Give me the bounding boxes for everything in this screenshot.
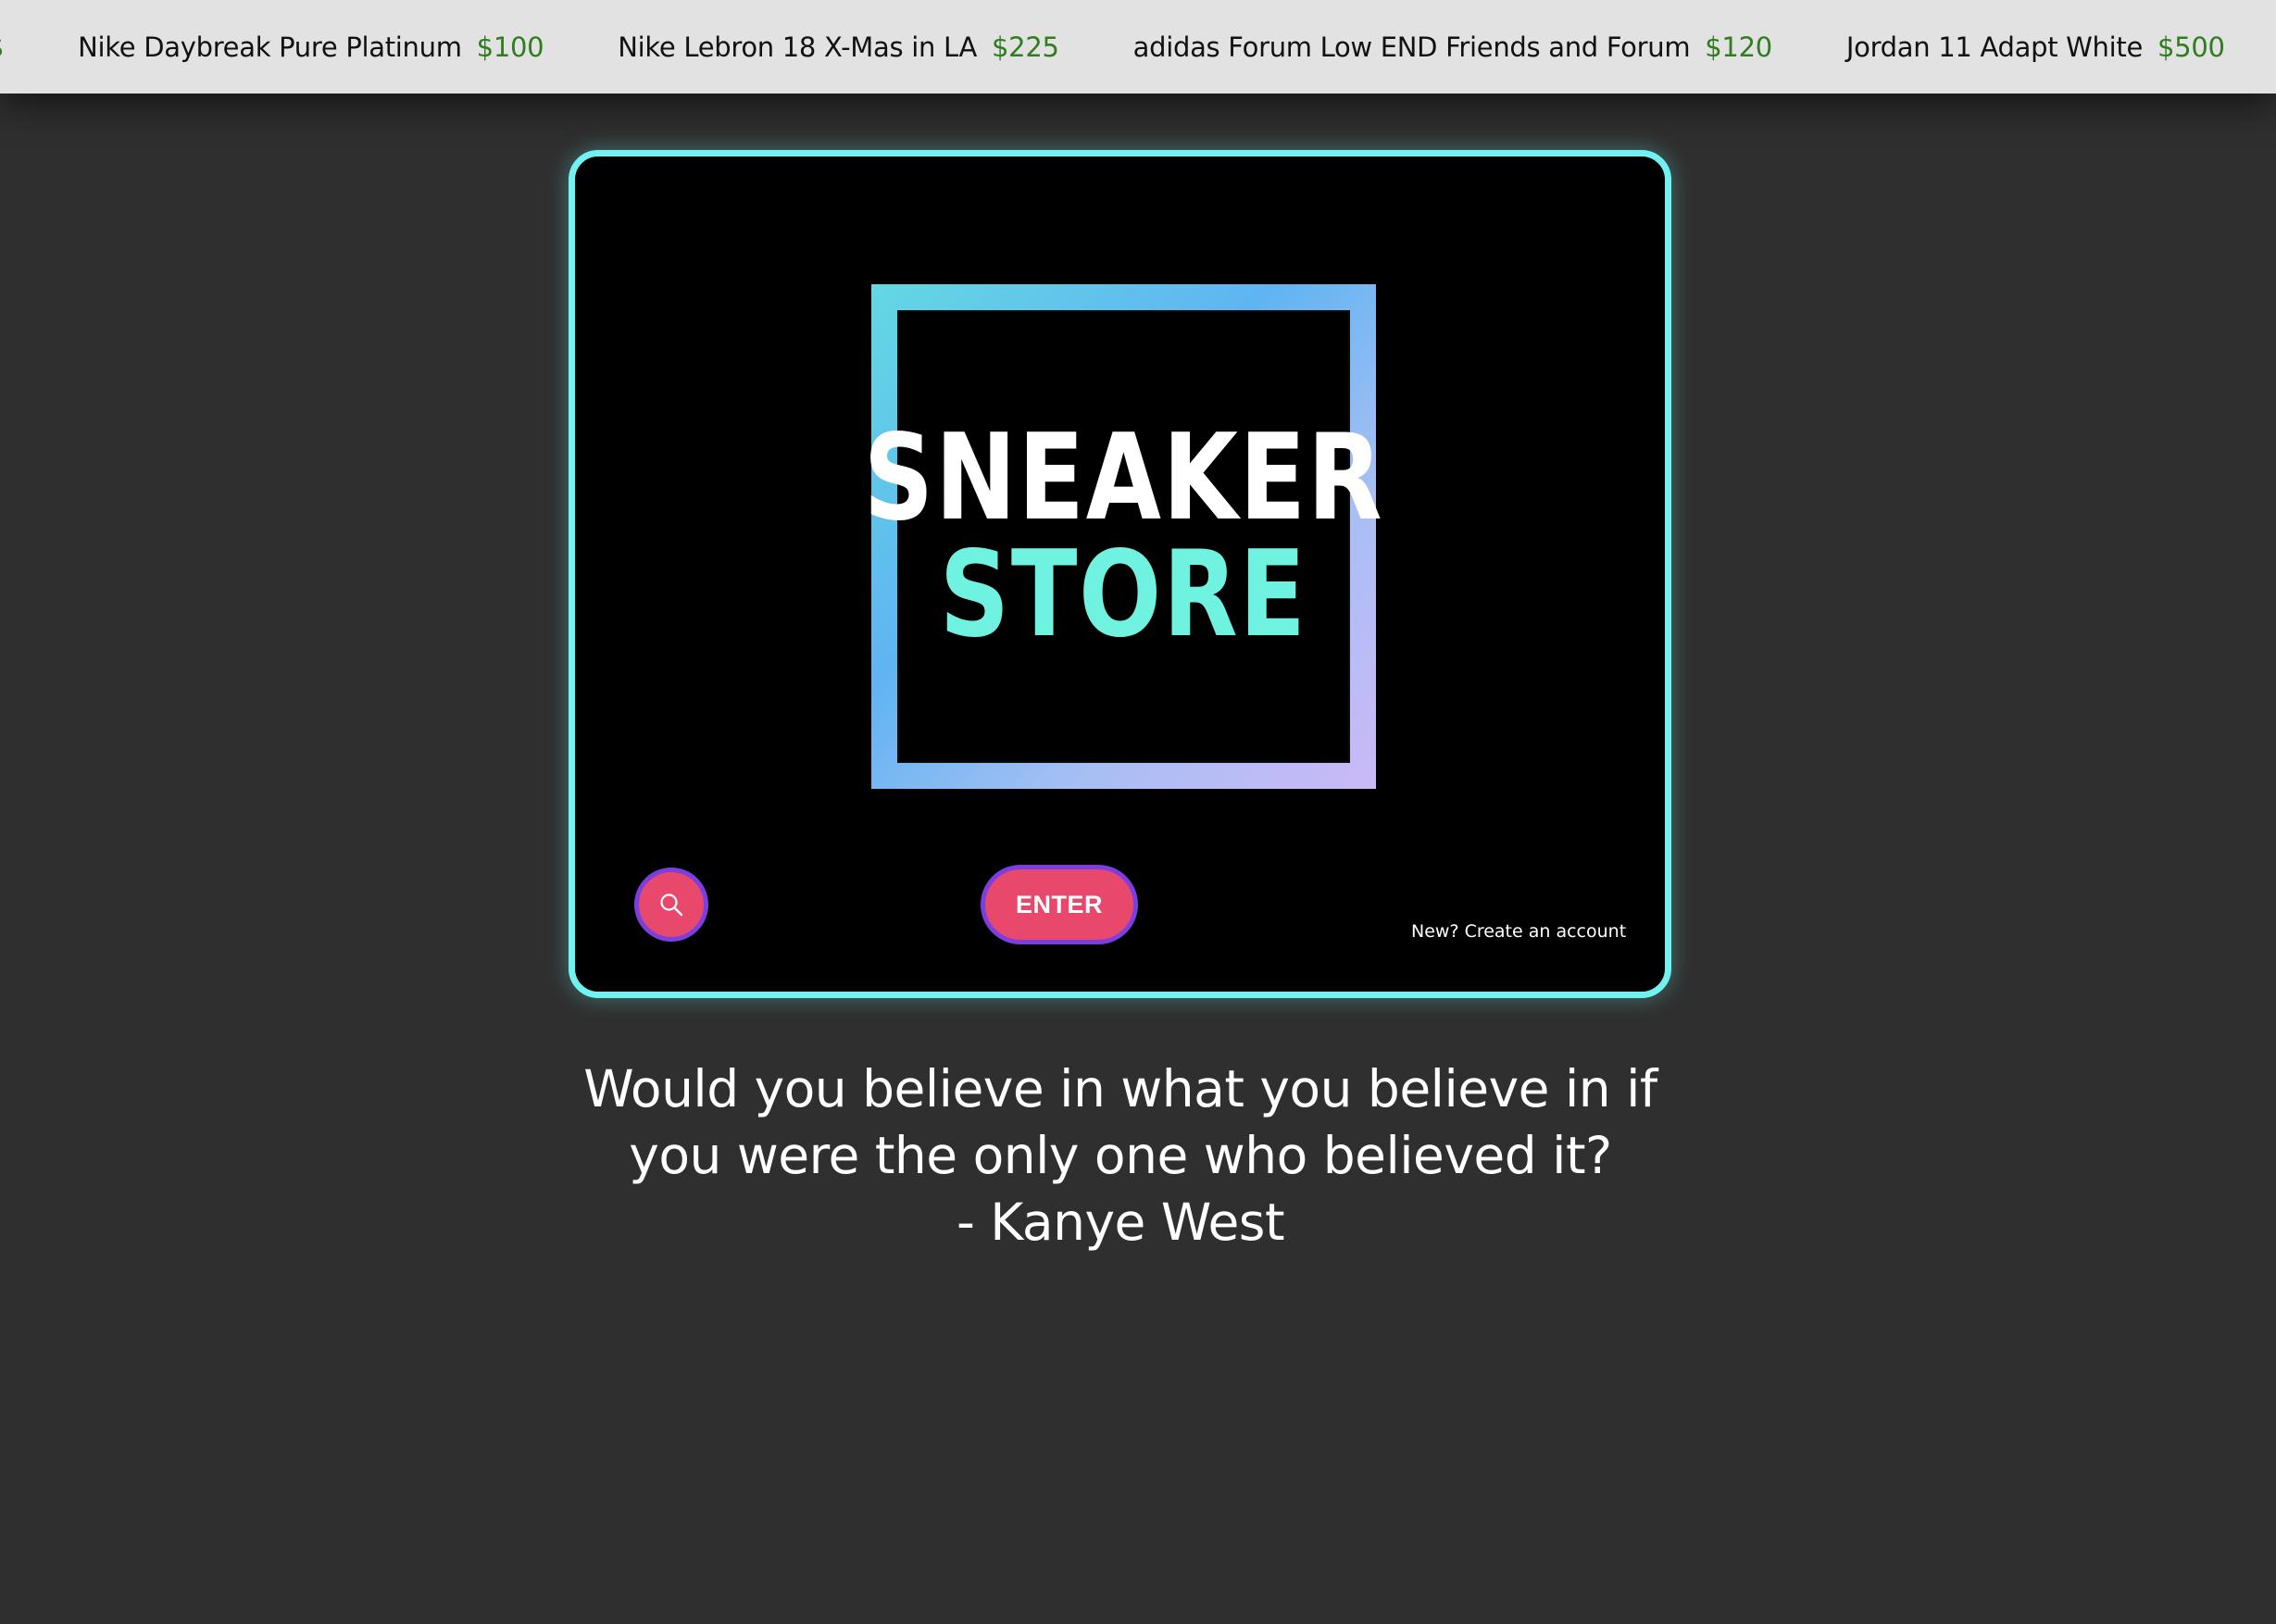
create-account-link[interactable]: New? Create an account xyxy=(1411,921,1626,942)
ticker-item-name: Nike Lebron 18 X-Mas in LA xyxy=(618,31,978,63)
logo-line-1: SNEAKER xyxy=(863,408,1384,547)
ticker-item-name: Nike Daybreak Pure Platinum xyxy=(78,31,462,63)
ticker-item[interactable]: adidas Forum Low END Friends and Forum $… xyxy=(1132,31,1773,63)
ticker-item-price: $ xyxy=(0,31,4,63)
logo-inner: SNEAKER STORE xyxy=(864,310,1382,763)
search-button[interactable] xyxy=(634,868,708,942)
entry-card: SNEAKER STORE ENTER New? Create an accou… xyxy=(569,150,1671,998)
ticker-item[interactable]: Jordan 11 Adapt White $500 xyxy=(1846,31,2225,63)
product-ticker: $ Nike Daybreak Pure Platinum $100 Nike … xyxy=(0,0,2276,94)
ticker-item[interactable]: $ xyxy=(0,31,4,63)
ticker-item-price: $225 xyxy=(992,31,1059,63)
ticker-item-price: $120 xyxy=(1705,31,1772,63)
search-icon xyxy=(660,893,683,917)
ticker-track: $ Nike Daybreak Pure Platinum $100 Nike … xyxy=(0,0,2276,94)
sneaker-store-logo: SNEAKER STORE xyxy=(864,284,1382,789)
quote-line-2: you were the only one who believed it? xyxy=(629,1126,1612,1185)
quote-author: - Kanye West xyxy=(956,1193,1285,1252)
quote: Would you believe in what you believe in… xyxy=(519,1056,1722,1255)
ticker-item[interactable]: Nike Daybreak Pure Platinum $100 xyxy=(78,31,544,63)
logo-line-2: STORE xyxy=(939,525,1308,664)
ticker-item-price: $100 xyxy=(476,31,544,63)
ticker-item-price: $500 xyxy=(2157,31,2225,63)
ticker-item-name: adidas Forum Low END Friends and Forum xyxy=(1132,31,1691,63)
quote-line-1: Would you believe in what you believe in… xyxy=(583,1059,1657,1118)
ticker-item[interactable]: Nike Lebron 18 X-Mas in LA $225 xyxy=(618,31,1059,63)
ticker-item-name: Jordan 11 Adapt White xyxy=(1845,31,2144,63)
enter-button[interactable]: ENTER xyxy=(981,865,1138,944)
